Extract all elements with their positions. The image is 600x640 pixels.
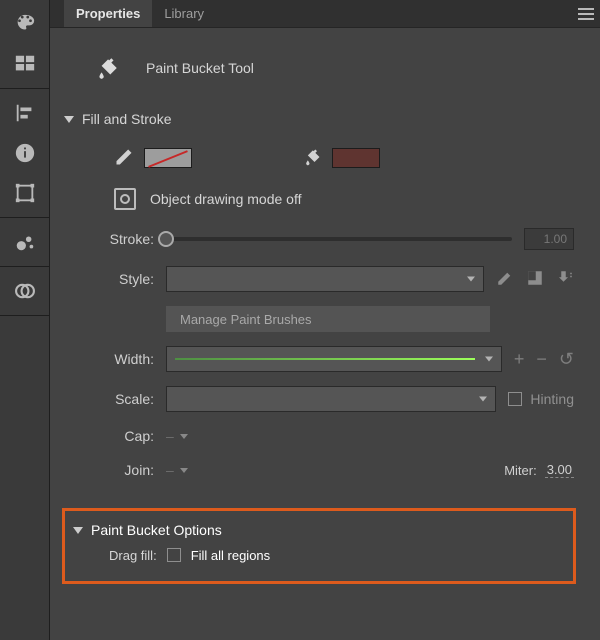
tab-library[interactable]: Library (152, 0, 216, 27)
rail-bubbles-icon[interactable] (0, 222, 50, 262)
manage-brushes-button[interactable]: Manage Paint Brushes (166, 306, 490, 332)
style-dropdown[interactable] (166, 266, 484, 292)
chevron-down-icon (64, 116, 74, 123)
stroke-label: Stroke: (64, 231, 154, 247)
join-dropdown[interactable] (180, 468, 188, 473)
paint-bucket-icon (90, 51, 124, 85)
row-scale: Scale: Hinting (64, 384, 574, 414)
width-remove-button[interactable]: − (536, 349, 547, 370)
miter-label: Miter: (504, 463, 537, 478)
rail-info-icon[interactable] (0, 133, 50, 173)
drag-fill-label: Drag fill: (109, 548, 157, 563)
stroke-slider[interactable] (166, 237, 512, 241)
style-label: Style: (64, 271, 154, 287)
panel-menu-button[interactable] (572, 0, 600, 27)
icon-rail (0, 0, 50, 640)
rail-cc-icon[interactable] (0, 271, 50, 311)
object-drawing-mode[interactable]: Object drawing mode off (64, 184, 574, 214)
pencil-icon (114, 147, 134, 170)
scale-dropdown[interactable] (166, 386, 496, 412)
swatch-row (64, 142, 574, 174)
edit-style-icon[interactable] (496, 269, 514, 290)
tab-properties[interactable]: Properties (64, 0, 152, 27)
stroke-color-swatch[interactable] (144, 148, 192, 168)
section-paint-bucket-options[interactable]: Paint Bucket Options (71, 519, 559, 541)
row-style: Style: (64, 264, 574, 294)
row-stroke: Stroke: 1.00 (64, 224, 574, 254)
rail-transform-icon[interactable] (0, 173, 50, 213)
row-manage-brushes: Manage Paint Brushes (64, 304, 574, 334)
rail-swatches-icon[interactable] (0, 4, 50, 44)
drag-fill-checkbox[interactable] (167, 548, 181, 562)
join-label: Join: (64, 462, 154, 478)
brush-download-icon[interactable] (556, 269, 574, 290)
scale-label: Scale: (64, 391, 154, 407)
bucket-fill-icon (302, 147, 322, 170)
rail-align-icon[interactable] (0, 93, 50, 133)
panel-tabbar: Properties Library (50, 0, 600, 28)
object-drawing-icon (114, 188, 136, 210)
width-dropdown[interactable] (166, 346, 502, 372)
hinting-label: Hinting (530, 391, 574, 407)
brush-library-icon[interactable] (526, 269, 544, 290)
pbo-title: Paint Bucket Options (91, 522, 222, 538)
fill-color-swatch[interactable] (332, 148, 380, 168)
miter-value-input[interactable]: 3.00 (545, 462, 574, 478)
section-title: Fill and Stroke (82, 111, 171, 127)
width-reset-button[interactable]: ↺ (559, 349, 574, 370)
stroke-value-input[interactable]: 1.00 (524, 228, 574, 250)
cap-label: Cap: (64, 428, 154, 444)
width-label: Width: (64, 351, 154, 367)
rail-grid-icon[interactable] (0, 44, 50, 84)
tool-header: Paint Bucket Tool (62, 36, 576, 100)
join-value: – (166, 462, 174, 478)
cap-value: – (166, 428, 174, 444)
section-fill-stroke[interactable]: Fill and Stroke (62, 106, 576, 132)
drag-fill-option-label: Fill all regions (191, 548, 270, 563)
paint-bucket-options-highlight: Paint Bucket Options Drag fill: Fill all… (62, 508, 576, 584)
row-width: Width: + − ↺ (64, 344, 574, 374)
tool-name-label: Paint Bucket Tool (146, 60, 254, 76)
row-cap: Cap: – (64, 424, 574, 448)
properties-panel: Properties Library Paint Bucket Tool Fil… (50, 0, 600, 640)
object-drawing-label: Object drawing mode off (150, 191, 302, 207)
width-add-button[interactable]: + (514, 349, 525, 370)
row-join: Join: – Miter: 3.00 (64, 458, 574, 482)
chevron-down-icon (73, 527, 83, 534)
hinting-checkbox[interactable] (508, 392, 522, 406)
cap-dropdown[interactable] (180, 434, 188, 439)
